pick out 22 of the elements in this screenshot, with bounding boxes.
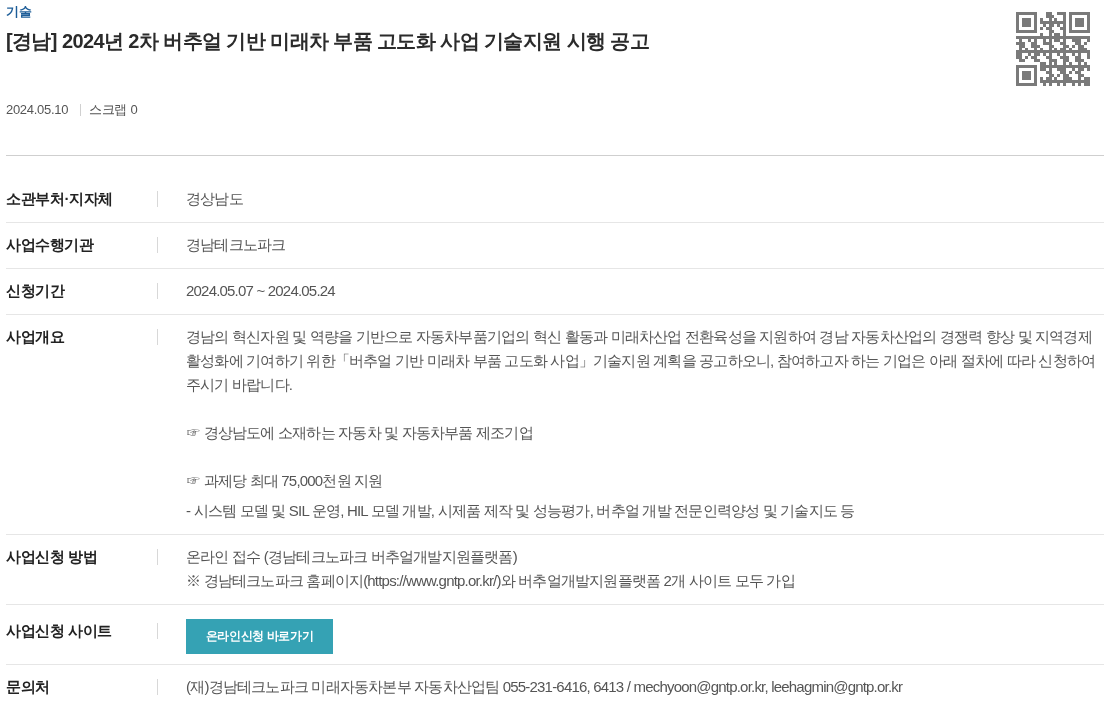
field-label: 사업개요 xyxy=(6,327,66,347)
apply-online-button[interactable]: 온라인신청 바로가기 xyxy=(186,619,333,654)
overview-text: 경남의 혁신자원 및 역량을 기반으로 자동차부품기업의 혁신 활동과 미래차산업 전환육성을 지원하여 경남 자동차산업의 경쟁력 향상 및 지역경제 활성화에 기여하기 위한「버추얼 기반 미래차 부품 고도화 사업」기술지원 계획을 공고하오니, 참여하고자 하는 기업은 아래 절차에 따라 신청하여 주시기 바랍니다. xyxy=(186,327,1096,395)
field-label: 신청기간 xyxy=(6,281,66,301)
category-label: 기술 xyxy=(6,3,33,21)
overview-text: ☞ 과제당 최대 75,000천원 지원 xyxy=(186,471,384,491)
overview-text: ☞ 경상남도에 소재하는 자동차 및 자동차부품 제조기업 xyxy=(186,423,534,443)
field-label: 사업수행기관 xyxy=(6,235,95,255)
field-value: 경남테크노파크 xyxy=(186,235,287,255)
field-value: 2024.05.07 ~ 2024.05.24 xyxy=(186,281,337,301)
overview-text: - 시스템 모델 및 SIL 운영, HIL 모델 개발, 시제품 제작 및 성능평가, 버추얼 개발 전문인력양성 및 기술지도 등 xyxy=(186,501,856,521)
field-label: 문의처 xyxy=(6,677,51,697)
field-value: ※ 경남테크노파크 홈페이지(https://www.gntp.or.kr/)와 버추얼개발지원플랫폼 2개 사이트 모두 가입 xyxy=(186,571,796,591)
post-date: 2024.05.10 xyxy=(6,101,69,119)
scrap-count: 스크랩 0 xyxy=(89,101,138,119)
page-title: [경남] 2024년 2차 버추얼 기반 미래차 부품 고도화 사업 기술지원 시행 공고 xyxy=(6,29,650,54)
field-value: 온라인 접수 (경남테크노파크 버추얼개발지원플랫폼) xyxy=(186,547,518,567)
field-value: 경상남도 xyxy=(186,189,244,209)
field-label: 사업신청 방법 xyxy=(6,547,99,567)
field-label: 사업신청 사이트 xyxy=(6,621,113,641)
field-value: (재)경남테크노파크 미래자동차본부 자동차산업팀 055-231-6416, 6413 / mechyoon@gntp.or.kr, leehagmin@gntp.or.kr xyxy=(186,677,904,697)
field-label: 소관부처·지자체 xyxy=(6,189,114,209)
